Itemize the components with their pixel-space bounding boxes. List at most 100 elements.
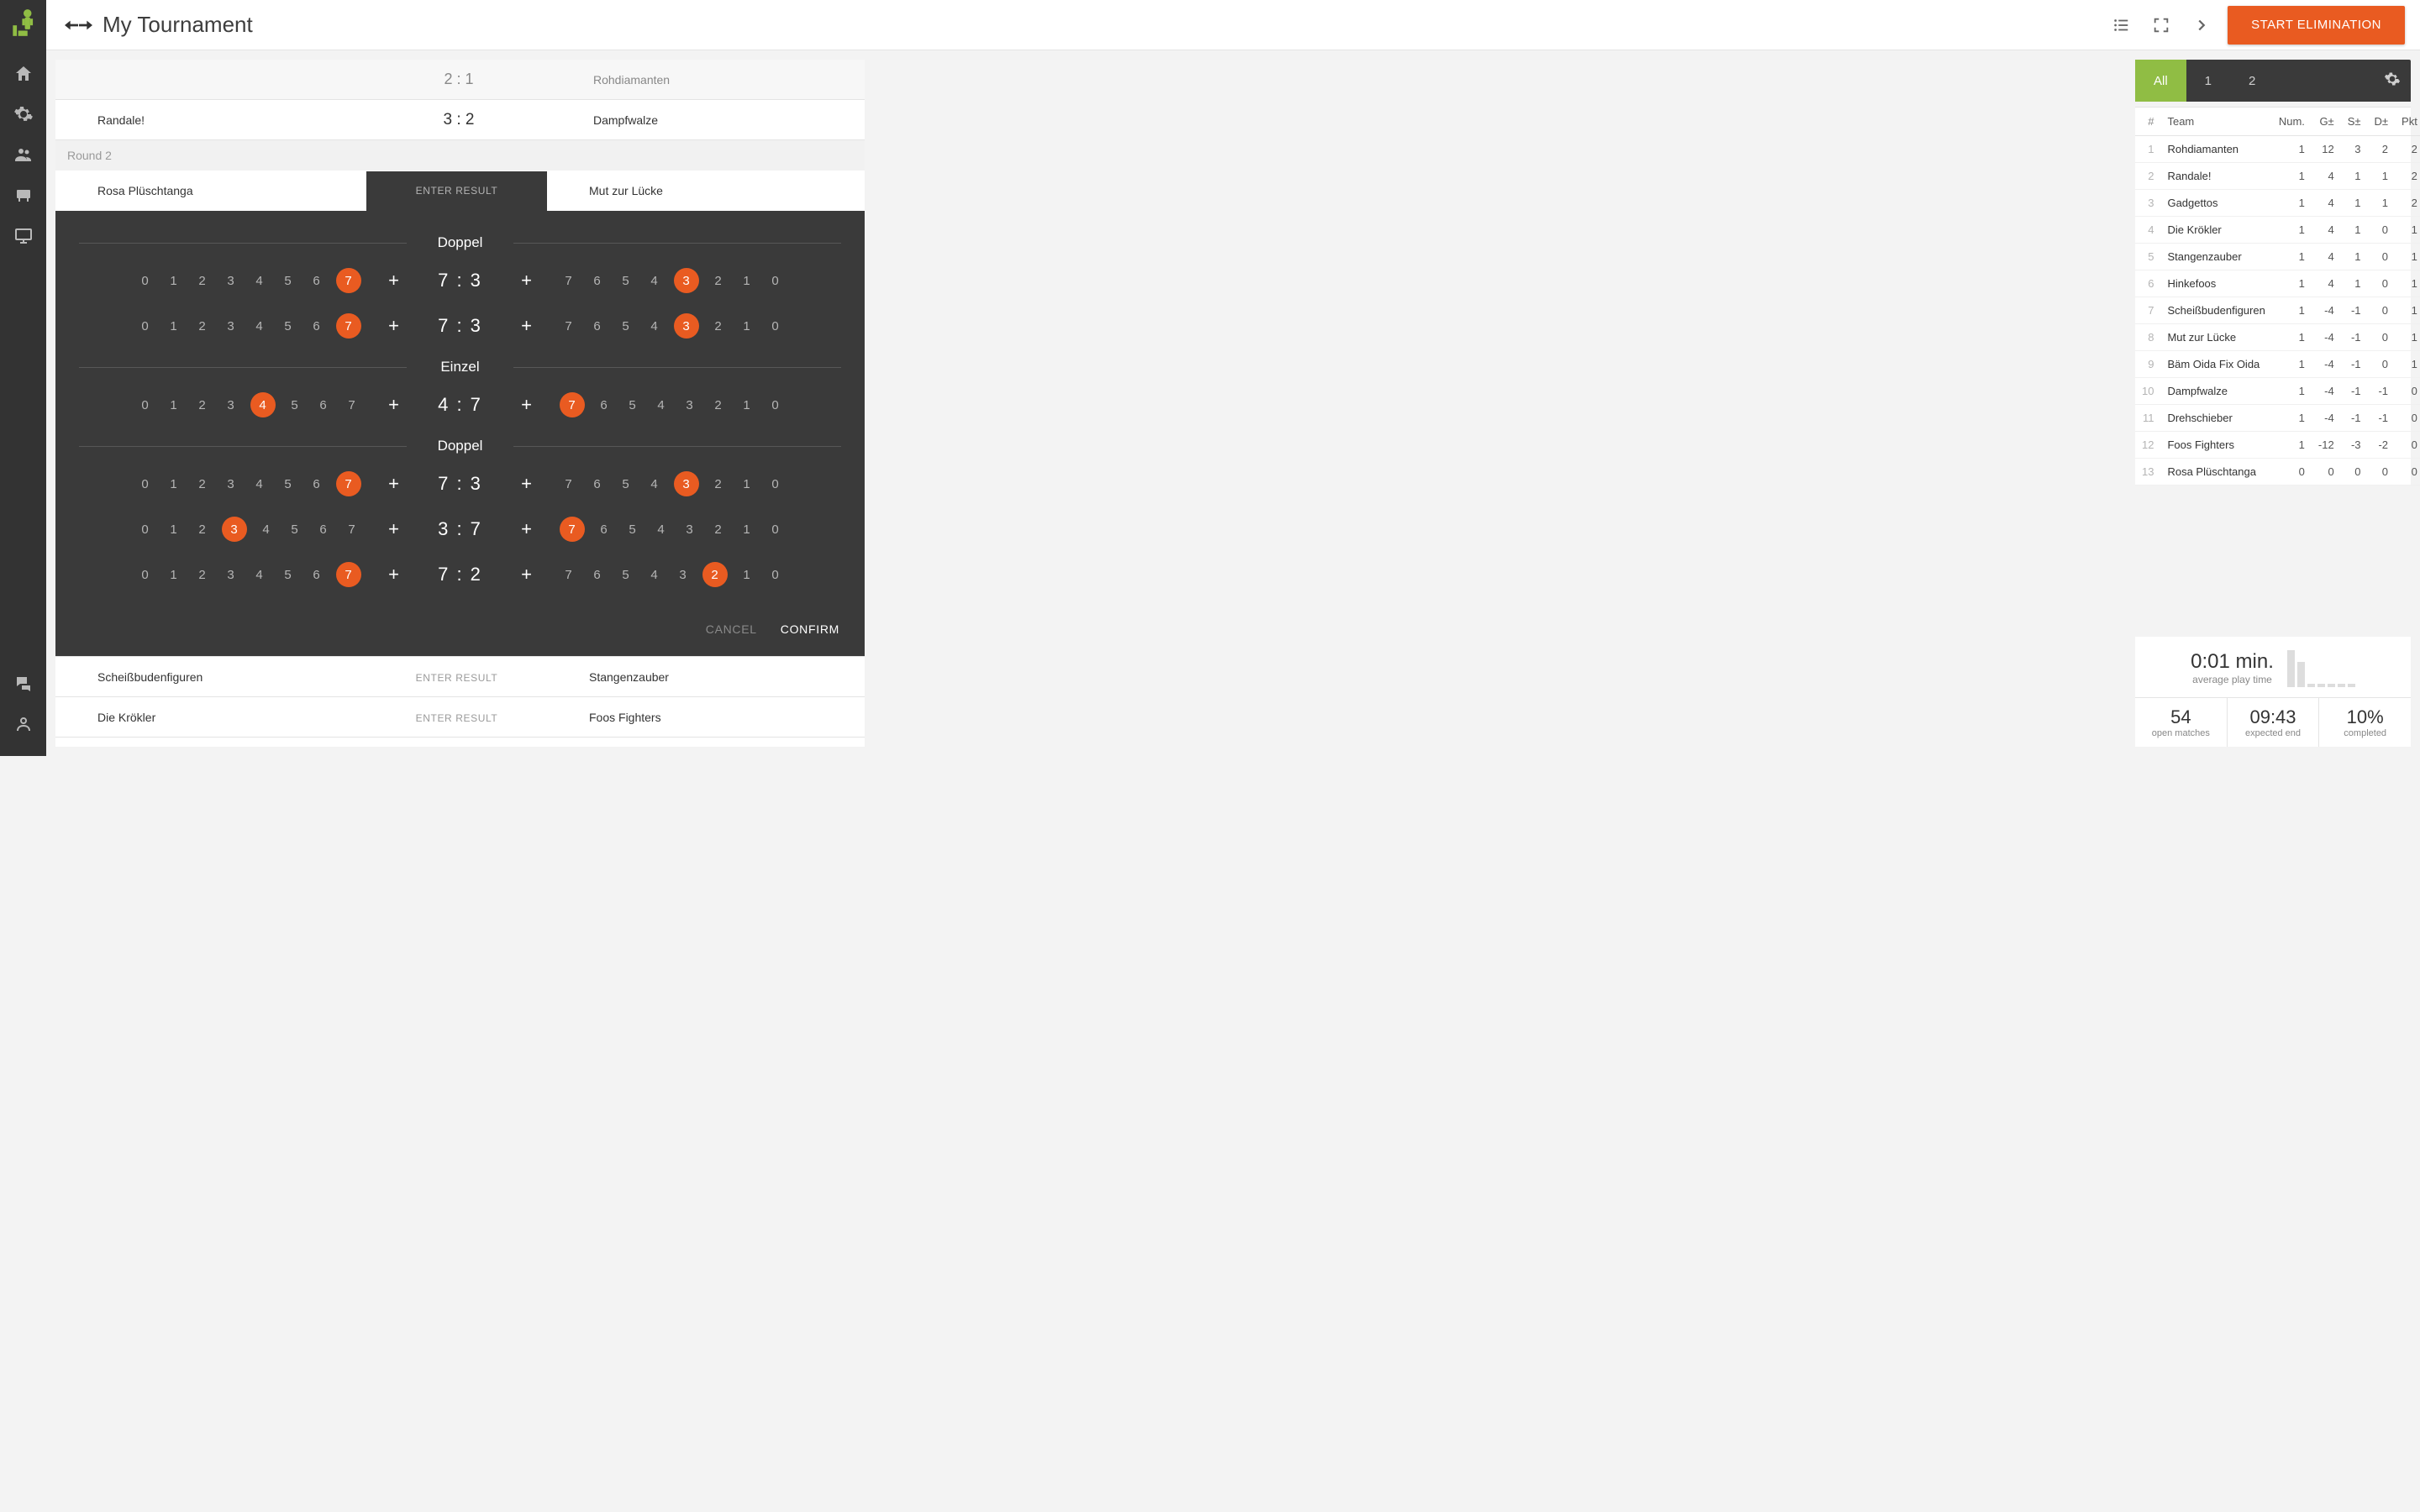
score-option[interactable]: 0 bbox=[766, 398, 785, 412]
score-option[interactable]: 5 bbox=[617, 319, 635, 333]
score-option[interactable]: 3 bbox=[674, 268, 699, 293]
score-option[interactable]: 7 bbox=[560, 477, 578, 491]
table-row[interactable]: 11Drehschieber1-4-1-10 bbox=[2135, 405, 2420, 432]
score-option[interactable]: 7 bbox=[560, 517, 585, 542]
display-icon[interactable] bbox=[0, 215, 46, 255]
score-option[interactable]: 3 bbox=[681, 522, 699, 537]
score-option[interactable]: 4 bbox=[645, 477, 664, 491]
score-option[interactable]: 2 bbox=[193, 477, 212, 491]
score-option[interactable]: 4 bbox=[250, 392, 276, 417]
score-option[interactable]: 7 bbox=[343, 522, 361, 537]
table-row[interactable]: 13Rosa Plüschtanga00000 bbox=[2135, 459, 2420, 486]
plus-icon[interactable]: + bbox=[380, 564, 408, 585]
table-row[interactable]: 3Gadgettos14112 bbox=[2135, 190, 2420, 217]
table-row[interactable]: 6Hinkefoos14101 bbox=[2135, 270, 2420, 297]
score-option[interactable]: 3 bbox=[674, 471, 699, 496]
score-option[interactable]: 0 bbox=[136, 398, 155, 412]
score-option[interactable]: 0 bbox=[136, 477, 155, 491]
score-option[interactable]: 5 bbox=[286, 398, 304, 412]
enter-result-button[interactable]: ENTER RESULT bbox=[416, 672, 498, 684]
score-option[interactable]: 4 bbox=[645, 319, 664, 333]
confirm-button[interactable]: CONFIRM bbox=[781, 622, 839, 636]
table-row[interactable]: 8Mut zur Lücke1-4-101 bbox=[2135, 324, 2420, 351]
score-option[interactable]: 7 bbox=[560, 319, 578, 333]
list-icon[interactable] bbox=[2107, 11, 2135, 39]
score-option[interactable]: 6 bbox=[308, 477, 326, 491]
tab-2[interactable]: 2 bbox=[2230, 60, 2274, 102]
cancel-button[interactable]: CANCEL bbox=[706, 622, 757, 636]
plus-icon[interactable]: + bbox=[380, 270, 408, 291]
score-option[interactable]: 6 bbox=[588, 568, 607, 582]
table-row[interactable]: 12Foos Fighters1-12-3-20 bbox=[2135, 432, 2420, 459]
tables-icon[interactable] bbox=[0, 175, 46, 215]
next-round-icon[interactable] bbox=[2187, 11, 2216, 39]
score-option[interactable]: 5 bbox=[617, 477, 635, 491]
score-option[interactable]: 7 bbox=[560, 568, 578, 582]
plus-icon[interactable]: + bbox=[380, 394, 408, 416]
score-option[interactable]: 7 bbox=[560, 274, 578, 288]
plus-icon[interactable]: + bbox=[380, 473, 408, 495]
score-option[interactable]: 4 bbox=[645, 274, 664, 288]
score-option[interactable]: 2 bbox=[702, 562, 728, 587]
score-option[interactable]: 1 bbox=[165, 398, 183, 412]
score-option[interactable]: 6 bbox=[588, 274, 607, 288]
score-option[interactable]: 0 bbox=[136, 274, 155, 288]
home-icon[interactable] bbox=[0, 54, 46, 94]
score-option[interactable]: 2 bbox=[709, 319, 728, 333]
start-elimination-button[interactable]: START ELIMINATION bbox=[2228, 6, 2405, 45]
score-option[interactable]: 0 bbox=[766, 319, 785, 333]
score-option[interactable]: 2 bbox=[709, 398, 728, 412]
chat-icon[interactable] bbox=[0, 664, 46, 704]
score-option[interactable]: 3 bbox=[222, 477, 240, 491]
score-option[interactable]: 1 bbox=[738, 477, 756, 491]
score-option[interactable]: 3 bbox=[222, 274, 240, 288]
score-option[interactable]: 0 bbox=[766, 274, 785, 288]
score-option[interactable]: 4 bbox=[250, 568, 269, 582]
score-option[interactable]: 0 bbox=[136, 522, 155, 537]
score-option[interactable]: 3 bbox=[222, 517, 247, 542]
score-option[interactable]: 2 bbox=[193, 522, 212, 537]
score-option[interactable]: 2 bbox=[193, 274, 212, 288]
score-option[interactable]: 1 bbox=[738, 568, 756, 582]
score-option[interactable]: 1 bbox=[738, 274, 756, 288]
score-option[interactable]: 2 bbox=[709, 477, 728, 491]
score-option[interactable]: 6 bbox=[314, 522, 333, 537]
score-option[interactable]: 7 bbox=[336, 471, 361, 496]
score-option[interactable]: 1 bbox=[738, 398, 756, 412]
table-row[interactable]: 9Bäm Oida Fix Oida1-4-101 bbox=[2135, 351, 2420, 378]
plus-icon[interactable]: + bbox=[380, 518, 408, 540]
score-option[interactable]: 7 bbox=[336, 313, 361, 339]
score-option[interactable]: 6 bbox=[588, 319, 607, 333]
score-option[interactable]: 2 bbox=[193, 319, 212, 333]
score-option[interactable]: 6 bbox=[588, 477, 607, 491]
score-option[interactable]: 0 bbox=[766, 522, 785, 537]
plus-icon[interactable]: + bbox=[513, 473, 541, 495]
score-option[interactable]: 7 bbox=[343, 398, 361, 412]
score-option[interactable]: 4 bbox=[250, 477, 269, 491]
score-option[interactable]: 5 bbox=[617, 274, 635, 288]
score-option[interactable]: 1 bbox=[738, 522, 756, 537]
plus-icon[interactable]: + bbox=[513, 270, 541, 291]
score-option[interactable]: 1 bbox=[738, 319, 756, 333]
table-row[interactable]: 1Rohdiamanten112322 bbox=[2135, 136, 2420, 163]
plus-icon[interactable]: + bbox=[513, 394, 541, 416]
score-option[interactable]: 7 bbox=[336, 562, 361, 587]
score-option[interactable]: 5 bbox=[279, 568, 297, 582]
score-option[interactable]: 3 bbox=[222, 568, 240, 582]
score-option[interactable]: 6 bbox=[308, 568, 326, 582]
score-option[interactable]: 0 bbox=[766, 477, 785, 491]
score-option[interactable]: 3 bbox=[674, 313, 699, 339]
score-option[interactable]: 5 bbox=[623, 398, 642, 412]
score-option[interactable]: 0 bbox=[766, 568, 785, 582]
score-option[interactable]: 0 bbox=[136, 319, 155, 333]
score-option[interactable]: 6 bbox=[308, 319, 326, 333]
score-option[interactable]: 1 bbox=[165, 274, 183, 288]
score-option[interactable]: 1 bbox=[165, 319, 183, 333]
score-option[interactable]: 6 bbox=[595, 522, 613, 537]
score-option[interactable]: 6 bbox=[314, 398, 333, 412]
tab-all[interactable]: All bbox=[2135, 60, 2186, 102]
score-option[interactable]: 3 bbox=[674, 568, 692, 582]
score-option[interactable]: 4 bbox=[652, 398, 671, 412]
fullscreen-icon[interactable] bbox=[2147, 11, 2175, 39]
plus-icon[interactable]: + bbox=[513, 564, 541, 585]
